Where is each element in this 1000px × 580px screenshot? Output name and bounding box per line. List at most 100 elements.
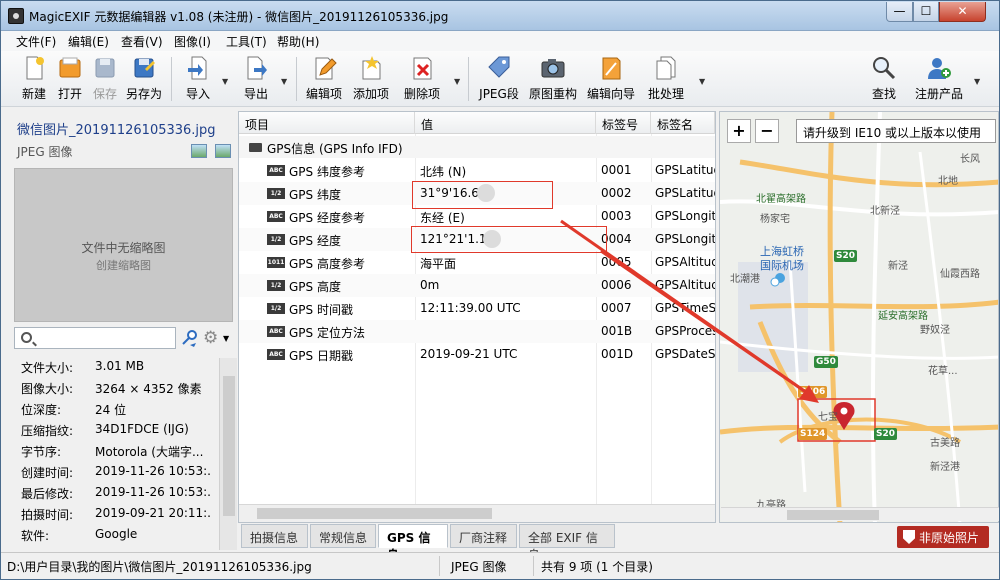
property-scrollbar[interactable] xyxy=(219,358,237,550)
file-name: 微信图片_20191126105336.jpg xyxy=(17,123,216,138)
gear-icon[interactable]: ⚙ xyxy=(203,328,218,348)
table-row[interactable]: ABC GPS 纬度参考 北纬 (N) 0001 GPSLatitudeRef xyxy=(239,159,715,182)
tab-general-info[interactable]: 常规信息 xyxy=(310,524,376,548)
open-button[interactable]: 打开 xyxy=(53,55,87,103)
thumbnail-view-icon[interactable] xyxy=(191,144,207,158)
register-button[interactable]: 注册产品 xyxy=(912,55,966,103)
menu-tools[interactable]: 工具(T) xyxy=(226,33,267,50)
map-view[interactable]: + − 请升级到 IE10 或以上版本以使用 北翟高架路 杨家宅 北新泾 长风 … xyxy=(719,111,999,523)
find-label: 查找 xyxy=(871,87,896,101)
delete-item-button[interactable]: 删除项 xyxy=(401,55,443,103)
create-thumbnail-link[interactable]: 创建缩略图 xyxy=(15,257,232,273)
register-dropdown-icon[interactable]: ▼ xyxy=(974,77,980,86)
menu-file[interactable]: 文件(F) xyxy=(16,33,56,50)
menu-view[interactable]: 查看(V) xyxy=(121,33,163,50)
batch-dropdown-icon[interactable]: ▼ xyxy=(699,77,705,86)
property-row: 压缩指纹: 34D1FDCE (IJG) xyxy=(9,419,237,440)
export-dropdown-icon[interactable]: ▼ xyxy=(281,77,287,86)
cell-value[interactable]: 2019-09-21 UTC xyxy=(420,347,517,361)
scrollbar-thumb[interactable] xyxy=(223,376,235,516)
status-file-type: JPEG 图像 xyxy=(451,560,507,574)
scrollbar-thumb[interactable] xyxy=(787,510,879,520)
export-button[interactable]: 导出 xyxy=(239,55,273,103)
map-label: 国际机场 xyxy=(760,259,804,272)
batch-button[interactable]: 批处理 xyxy=(644,55,688,103)
camera-icon xyxy=(541,59,565,78)
menu-image[interactable]: 图像(I) xyxy=(174,33,211,50)
wizard-button[interactable]: 编辑向导 xyxy=(585,55,637,103)
property-value: Google xyxy=(95,527,138,541)
cell-value[interactable]: 北纬 (N) xyxy=(420,163,466,180)
edit-item-button[interactable]: 编辑项 xyxy=(304,55,344,103)
zoom-in-button[interactable]: + xyxy=(727,119,751,143)
scrollbar-thumb[interactable] xyxy=(257,508,492,519)
cell-value[interactable]: 12:11:39.00 UTC xyxy=(420,301,521,315)
table-horizontal-scrollbar[interactable] xyxy=(239,504,715,522)
table-row[interactable]: ABC GPS 日期戳 2019-09-21 UTC 001D GPSDateS… xyxy=(239,343,715,366)
property-key: 位深度: xyxy=(21,403,62,417)
cell-value[interactable]: 海平面 xyxy=(420,255,456,272)
property-row: 创建时间: 2019-11-26 10:53:... xyxy=(9,461,237,482)
cell-value[interactable]: 东经 (E) xyxy=(420,209,465,226)
property-value: 2019-11-26 10:53:... xyxy=(95,485,211,499)
add-star-icon xyxy=(362,56,381,80)
property-value: 24 位 xyxy=(95,403,127,417)
import-dropdown-icon[interactable]: ▼ xyxy=(222,77,228,86)
column-header-tag-id[interactable]: 标签号 xyxy=(596,112,651,134)
cell-value[interactable]: 0m xyxy=(420,278,439,292)
edit-item-label: 编辑项 xyxy=(305,87,342,101)
search-input[interactable] xyxy=(14,327,176,349)
column-header-tag-name[interactable]: 标签名 xyxy=(651,112,715,134)
cell-tag-name: GPSDateStamp xyxy=(655,347,715,361)
minimize-button[interactable]: — xyxy=(886,2,913,22)
map-horizontal-scrollbar[interactable] xyxy=(721,507,999,521)
save-as-button[interactable]: 另存为 xyxy=(123,55,165,103)
toolbar-separator xyxy=(296,57,297,101)
column-header-item[interactable]: 项目 xyxy=(239,112,415,134)
menu-help[interactable]: 帮助(H) xyxy=(277,33,319,50)
zoom-out-button[interactable]: − xyxy=(755,119,779,143)
import-button[interactable]: 导入 xyxy=(181,55,215,103)
gps-group-row[interactable]: GPS信息 (GPS Info IFD) xyxy=(239,136,715,158)
image-view-icon[interactable] xyxy=(214,144,231,158)
save-button[interactable]: 保存 xyxy=(89,55,121,103)
table-row[interactable]: 1011 GPS 高度参考 海平面 0005 GPSAltitudeRef xyxy=(239,251,715,274)
text-type-icon: ABC xyxy=(267,326,285,337)
cell-tag-name: GPSTimeStamp xyxy=(655,301,715,315)
property-key: 拍摄时间: xyxy=(21,508,74,522)
tab-maker-notes[interactable]: 厂商注释 xyxy=(450,524,517,548)
rational-type-icon: 1/2 xyxy=(267,303,285,314)
new-button[interactable]: 新建 xyxy=(17,55,51,103)
property-key: 创建时间: xyxy=(21,466,74,480)
cell-tag-id: 001D xyxy=(601,347,634,361)
rebuild-button[interactable]: 原图重构 xyxy=(527,55,579,103)
tab-gps-info[interactable]: GPS 信息 xyxy=(378,524,448,562)
table-row[interactable]: 1/2 GPS 时间戳 12:11:39.00 UTC 0007 GPSTime… xyxy=(239,297,715,320)
close-button[interactable]: ✕ xyxy=(939,2,986,22)
byte-type-icon: 1011 xyxy=(267,257,285,268)
property-row: 软件: Google xyxy=(9,524,237,545)
maximize-button[interactable]: ☐ xyxy=(913,2,939,22)
table-header: 项目 值 标签号 标签名 xyxy=(239,112,715,134)
table-row[interactable]: 1/2 GPS 高度 0m 0006 GPSAltitude xyxy=(239,274,715,297)
title-bar: MagicEXIF 元数据编辑器 v1.08 (未注册) - 微信图片_2019… xyxy=(1,1,999,31)
jpeg-segment-button[interactable]: JPEG段 xyxy=(476,55,522,103)
add-item-button[interactable]: 添加项 xyxy=(350,55,392,103)
find-location-icon[interactable] xyxy=(181,329,199,347)
find-button[interactable]: 查找 xyxy=(867,55,901,103)
cell-tag-id: 0003 xyxy=(601,209,632,223)
tab-all-exif[interactable]: 全部 EXIF 信息 xyxy=(519,524,615,562)
shield-icon xyxy=(903,530,915,544)
column-header-value[interactable]: 值 xyxy=(415,112,596,134)
cell-tag-id: 001B xyxy=(601,324,633,338)
table-row[interactable]: ABC GPS 定位方法 001B GPSProcessingMethod xyxy=(239,320,715,343)
non-original-badge[interactable]: 非原始照片 xyxy=(897,526,989,548)
map-label: 北翟高架路 xyxy=(756,194,806,205)
edit-dropdown-icon[interactable]: ▼ xyxy=(454,77,460,86)
tab-shooting-info[interactable]: 拍摄信息 xyxy=(241,524,308,548)
jpeg-segment-label: JPEG段 xyxy=(479,87,519,101)
menu-edit[interactable]: 编辑(E) xyxy=(68,33,109,50)
cell-tag-name: GPSLongitude xyxy=(655,232,715,246)
map-label: 古美路 xyxy=(930,438,960,449)
gear-dropdown-icon[interactable]: ▼ xyxy=(223,334,229,343)
